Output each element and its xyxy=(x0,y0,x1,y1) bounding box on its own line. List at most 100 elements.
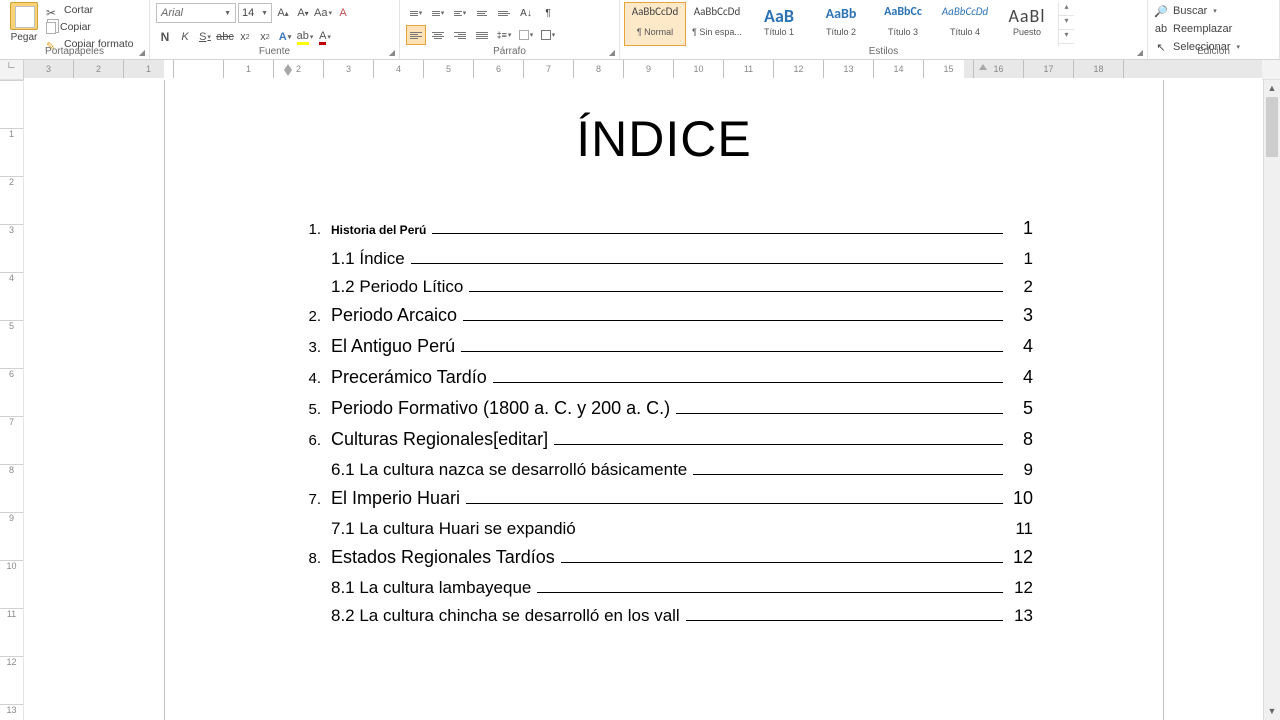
numbering-button[interactable]: ▾ xyxy=(428,3,448,23)
increase-indent-button[interactable] xyxy=(494,3,514,23)
toc-entry[interactable]: 8.Estados Regionales Tardíos12 xyxy=(295,547,1033,568)
shrink-font-button[interactable]: A▾ xyxy=(294,3,312,23)
toc-entry[interactable]: 5.Periodo Formativo (1800 a. C. y 200 a.… xyxy=(295,398,1033,419)
toc-entry[interactable]: 6.1 La cultura nazca se desarrolló básic… xyxy=(295,460,1033,480)
horizontal-ruler[interactable]: 321123456789101112131415161718 xyxy=(24,60,1262,80)
toc-entry[interactable]: 7.El Imperio Huari10 xyxy=(295,488,1033,509)
superscript-button[interactable]: x2 xyxy=(256,27,274,47)
toc-page: 2 xyxy=(1007,277,1033,297)
replace-button[interactable]: abReemplazar xyxy=(1154,20,1273,38)
toc-page: 13 xyxy=(1007,606,1033,626)
dialog-launcher-icon[interactable]: ◢ xyxy=(609,48,615,57)
italic-button[interactable]: K xyxy=(176,27,194,47)
style-item[interactable]: AaBTítulo 1 xyxy=(748,2,810,46)
hanging-indent-marker[interactable] xyxy=(284,70,292,78)
toc-leader xyxy=(411,263,1003,264)
text-effects-button[interactable]: A▾ xyxy=(276,27,294,47)
dialog-launcher-icon[interactable]: ◢ xyxy=(1137,48,1143,57)
align-center-button[interactable] xyxy=(428,25,448,45)
ruler-tick: 3 xyxy=(324,60,374,78)
chevron-down-icon: ▾ xyxy=(1213,7,1217,15)
clear-formatting-button[interactable]: A xyxy=(334,3,352,23)
strikethrough-button[interactable]: abc xyxy=(216,27,234,47)
ruler-tick: 1 xyxy=(224,60,274,78)
bullets-button[interactable]: ▾ xyxy=(406,3,426,23)
style-item[interactable]: AaBbTítulo 2 xyxy=(810,2,872,46)
align-right-button[interactable] xyxy=(450,25,470,45)
line-spacing-button[interactable]: ‡≡▾ xyxy=(494,25,514,45)
style-name: Título 3 xyxy=(874,27,932,37)
toc-leader xyxy=(493,382,1003,383)
toc-page: 1 xyxy=(1007,249,1033,269)
toc-text: 8.2 La cultura chincha se desarrolló en … xyxy=(331,606,680,626)
font-group-label: Fuente xyxy=(150,46,399,57)
underline-button[interactable]: S▾ xyxy=(196,27,214,47)
toc-entry[interactable]: 1.1 Índice1 xyxy=(295,249,1033,269)
toc-entry[interactable]: 7.1 La cultura Huari se expandió11 xyxy=(295,519,1033,539)
style-preview: AaBbCcDd xyxy=(688,5,746,25)
style-item[interactable]: AaBbCcDd¶ Sin espa... xyxy=(686,2,748,46)
cut-button[interactable]: ✂Cortar xyxy=(46,2,133,19)
toc-number: 7. xyxy=(295,491,321,508)
ruler-tick: 13 xyxy=(824,60,874,78)
toc-leader xyxy=(463,320,1003,321)
toc-entry[interactable]: 8.2 La cultura chincha se desarrolló en … xyxy=(295,606,1033,626)
font-color-button[interactable]: A▾ xyxy=(316,27,334,47)
first-line-indent-marker[interactable] xyxy=(284,62,292,70)
page[interactable]: ÍNDICE 1.Historia del Perú11.1 Índice11.… xyxy=(164,80,1164,720)
table-of-contents[interactable]: 1.Historia del Perú1 1.1 Índice1 1.2 Perio… xyxy=(295,218,1033,626)
scroll-down-arrow-icon[interactable]: ▼ xyxy=(1264,703,1280,720)
document-title[interactable]: ÍNDICE xyxy=(295,110,1033,168)
font-name-combo[interactable]: Arial▼ xyxy=(156,3,236,23)
show-marks-button[interactable]: ¶ xyxy=(538,3,558,23)
toc-entry[interactable]: 1.2 Periodo Lítico2 xyxy=(295,277,1033,297)
vertical-ruler[interactable]: 12345678910111213 xyxy=(0,80,24,720)
bold-button[interactable]: N xyxy=(156,27,174,47)
toc-entry[interactable]: 1.Historia del Perú1 xyxy=(295,218,1033,239)
ruler-tick: 1 xyxy=(124,60,174,78)
ruler-tick: 10 xyxy=(0,560,23,571)
shading-button[interactable]: ▾ xyxy=(516,25,536,45)
dialog-launcher-icon[interactable]: ◢ xyxy=(139,48,145,57)
sort-button[interactable]: A↓ xyxy=(516,3,536,23)
scroll-up-arrow-icon[interactable]: ▲ xyxy=(1264,80,1280,97)
font-name-value: Arial xyxy=(161,7,183,19)
toc-entry[interactable]: 6.Culturas Regionales[editar]8 xyxy=(295,429,1033,450)
change-case-button[interactable]: Aa▾ xyxy=(314,3,332,23)
ruler-tick: 11 xyxy=(724,60,774,78)
style-item[interactable]: AaBbCcDd¶ Normal xyxy=(624,2,686,46)
style-item[interactable]: AaBbCcDdTítulo 4 xyxy=(934,2,996,46)
ruler-tick: 5 xyxy=(424,60,474,78)
toc-entry[interactable]: 2.Periodo Arcaico3 xyxy=(295,305,1033,326)
styles-gallery: AaBbCcDd¶ NormalAaBbCcDd¶ Sin espa...AaB… xyxy=(624,2,1143,46)
scroll-thumb[interactable] xyxy=(1266,97,1278,157)
styles-expand[interactable]: ▴▾▾ xyxy=(1058,2,1074,46)
grow-font-button[interactable]: A▴ xyxy=(274,3,292,23)
toc-page: 12 xyxy=(1007,547,1033,568)
right-indent-marker[interactable] xyxy=(979,62,987,70)
copy-button[interactable]: Copiar xyxy=(46,19,133,36)
toc-entry[interactable]: 3.El Antiguo Perú4 xyxy=(295,336,1033,357)
font-size-combo[interactable]: 14▼ xyxy=(238,3,272,23)
multilevel-button[interactable]: ▾ xyxy=(450,3,470,23)
vertical-scrollbar[interactable]: ▲ ▼ xyxy=(1263,80,1280,720)
tab-selector[interactable]: ∟ xyxy=(0,60,24,80)
highlight-button[interactable]: ab▾ xyxy=(296,27,314,47)
dialog-launcher-icon[interactable]: ◢ xyxy=(389,48,395,57)
style-item[interactable]: AaBbCcTítulo 3 xyxy=(872,2,934,46)
justify-button[interactable] xyxy=(472,25,492,45)
toc-entry[interactable]: 8.1 La cultura lambayeque12 xyxy=(295,578,1033,598)
toc-page: 9 xyxy=(1007,460,1033,480)
subscript-button[interactable]: x2 xyxy=(236,27,254,47)
copy-label: Copiar xyxy=(60,19,91,36)
find-button[interactable]: 🔎Buscar ▾ xyxy=(1154,2,1273,20)
style-item[interactable]: AaBlPuesto xyxy=(996,2,1058,46)
align-left-button[interactable] xyxy=(406,25,426,45)
paragraph-group: ▾ ▾ ▾ A↓ ¶ ‡≡▾ ▾ ▾ Párrafo ◢ xyxy=(400,0,620,59)
toc-entry[interactable]: 4.Precerámico Tardío4 xyxy=(295,367,1033,388)
toc-leader xyxy=(554,444,1003,445)
style-preview: AaB xyxy=(750,5,808,25)
decrease-indent-button[interactable] xyxy=(472,3,492,23)
toc-text: Periodo Formativo (1800 a. C. y 200 a. C… xyxy=(331,398,670,419)
borders-button[interactable]: ▾ xyxy=(538,25,558,45)
